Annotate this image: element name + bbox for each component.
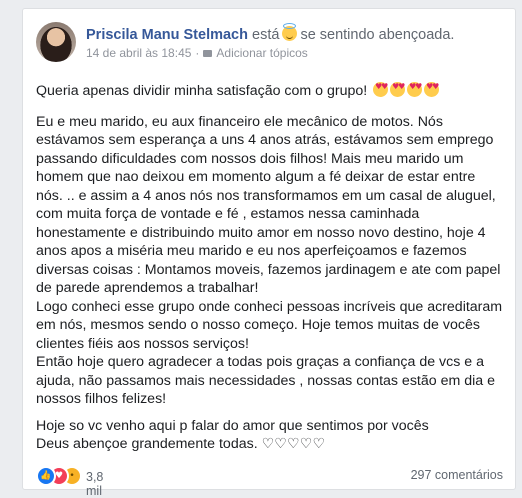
reaction-count[interactable]: 3,8 mil [86, 470, 103, 498]
post-paragraph: Eu e meu marido, eu aux financeiro ele m… [36, 113, 501, 297]
post-footer: 👍 ♥ • 3,8 mil 297 comentários [36, 464, 503, 498]
heart-eyes-emoji-icon [373, 82, 388, 97]
post-meta: 14 de abril às 18:45 · Adicionar tópicos [86, 46, 308, 60]
post-closing-line: Deus abençoe grandemente todas. ♡♡♡♡♡ [36, 436, 326, 452]
post-card: Priscila Manu Stelmach está se sentindo a… [22, 8, 516, 498]
add-topics-link[interactable]: Adicionar tópicos [216, 46, 307, 60]
smiling-face-with-halo-icon [282, 23, 298, 41]
post-timestamp[interactable]: 14 de abril às 18:45 [86, 46, 191, 60]
intro-text: Queria apenas dividir minha satisfação c… [36, 83, 368, 99]
post-paragraph: Então hoje quero agradecer a todas pois … [36, 354, 495, 407]
post-header: Priscila Manu Stelmach está se sentindo a… [86, 23, 455, 44]
post-intro: Queria apenas dividir minha satisfação c… [36, 82, 506, 101]
post-text: Queria apenas dividir minha satisfação c… [36, 82, 506, 454]
heart-eyes-emoji-icon [390, 82, 405, 97]
post-closing-line: Hoje so vc venho aqui p falar do amor qu… [36, 417, 429, 434]
avatar[interactable] [36, 22, 76, 62]
post-paragraph: Logo conheci esse grupo onde conheci pes… [36, 298, 503, 352]
comments-count-link[interactable]: 297 comentários [411, 468, 503, 482]
heart-eyes-emoji-icon [407, 82, 422, 97]
like-reaction-icon: 👍 [36, 466, 56, 486]
tag-icon [203, 50, 213, 57]
feeling-verb: está [252, 27, 280, 43]
author-name[interactable]: Priscila Manu Stelmach [86, 27, 248, 43]
heart-eyes-emoji-icon [424, 82, 439, 97]
separator-dot: · [195, 46, 200, 60]
feeling-text: se sentindo abençoada. [300, 27, 455, 43]
